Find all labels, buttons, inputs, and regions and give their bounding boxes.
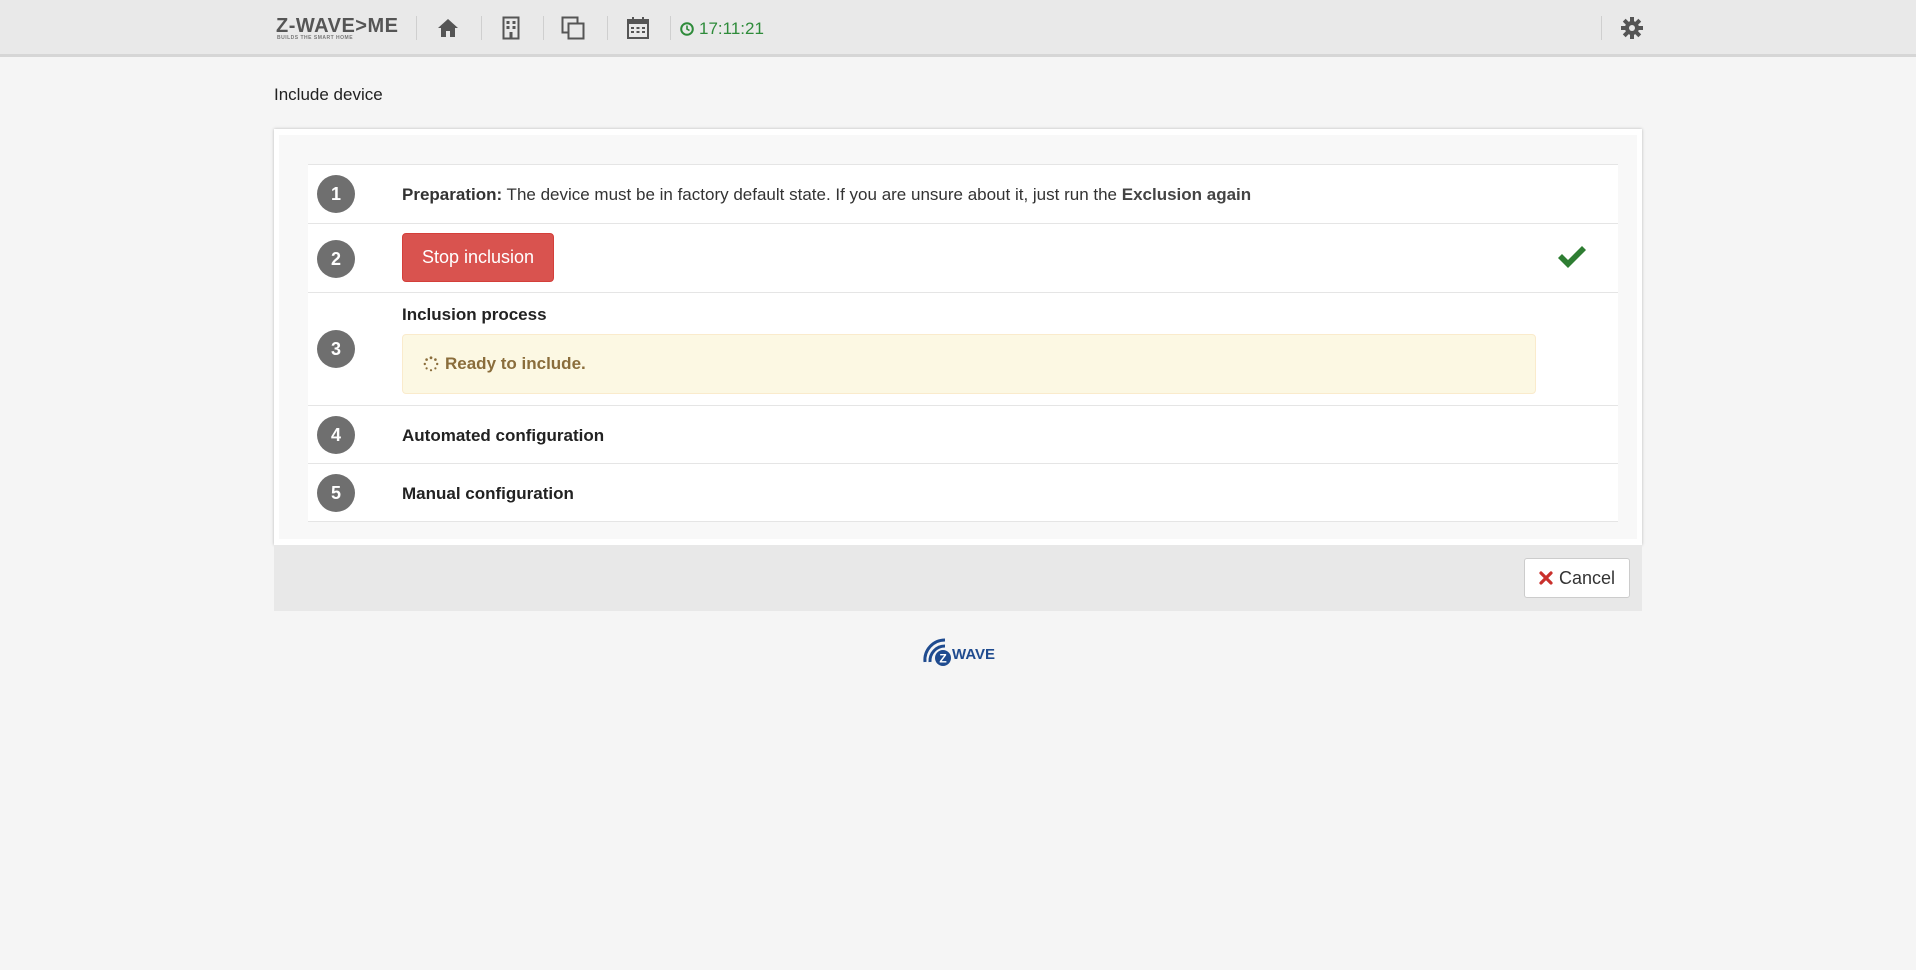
step-preparation-label: Preparation: bbox=[402, 185, 503, 204]
nav-divider bbox=[416, 16, 417, 40]
nav-divider bbox=[543, 16, 544, 40]
step-number-badge: 4 bbox=[317, 416, 355, 454]
clock-display: 17:11:21 bbox=[680, 19, 764, 39]
top-navbar: Z-WAVE>ME BUILDS THE SMART HOME 17:11:21 bbox=[0, 0, 1916, 57]
brand-logo[interactable]: Z-WAVE>ME BUILDS THE SMART HOME bbox=[276, 15, 399, 41]
step-inclusion-control: 2 Stop inclusion bbox=[308, 223, 1618, 292]
nav-divider bbox=[607, 16, 608, 40]
check-icon bbox=[1556, 244, 1588, 275]
step-number-badge: 2 bbox=[317, 240, 355, 278]
step-manual-configuration-title: Manual configuration bbox=[402, 484, 574, 503]
zwave-signal-icon: Z bbox=[923, 638, 951, 666]
building-icon[interactable] bbox=[497, 14, 525, 42]
step-inclusion-process: 3 Inclusion process Ready to include. bbox=[308, 292, 1618, 405]
clock-icon bbox=[680, 22, 694, 36]
step-automated-configuration-title: Automated configuration bbox=[402, 426, 605, 445]
step-number-badge: 1 bbox=[317, 175, 355, 213]
copy-icon[interactable] bbox=[559, 14, 587, 42]
panel-footer: Cancel bbox=[274, 545, 1642, 611]
step-number-badge: 3 bbox=[317, 330, 355, 368]
inclusion-status-text: Ready to include. bbox=[445, 354, 586, 373]
step-list: 1 Preparation: The device must be in fac… bbox=[308, 164, 1618, 522]
include-device-panel: 1 Preparation: The device must be in fac… bbox=[274, 129, 1642, 545]
home-icon[interactable] bbox=[434, 14, 462, 42]
cancel-button-label: Cancel bbox=[1558, 567, 1615, 588]
nav-divider bbox=[1601, 16, 1602, 40]
gear-icon[interactable] bbox=[1618, 14, 1646, 42]
step-manual-configuration: 5 Manual configuration bbox=[308, 463, 1618, 522]
step-number-badge: 5 bbox=[317, 474, 355, 512]
step-preparation-text: Preparation: The device must be in facto… bbox=[402, 185, 1251, 205]
step-preparation: 1 Preparation: The device must be in fac… bbox=[308, 164, 1618, 223]
spinner-icon bbox=[423, 356, 439, 372]
cancel-button[interactable]: Cancel bbox=[1523, 558, 1630, 598]
brand-name: Z-WAVE>ME bbox=[276, 15, 399, 37]
panel-body: 1 Preparation: The device must be in fac… bbox=[279, 135, 1637, 539]
inclusion-status-alert: Ready to include. bbox=[402, 334, 1536, 394]
calendar-icon[interactable] bbox=[624, 14, 652, 42]
step-automated-configuration: 4 Automated configuration bbox=[308, 405, 1618, 463]
exclusion-again-link[interactable]: Exclusion again bbox=[1122, 185, 1251, 204]
step-preparation-description: The device must be in factory default st… bbox=[502, 185, 1122, 204]
zwave-logo-badge: Z bbox=[939, 652, 946, 666]
step-inclusion-process-title: Inclusion process bbox=[402, 305, 547, 324]
clock-time: 17:11:21 bbox=[699, 19, 764, 38]
nav-divider bbox=[481, 16, 482, 40]
zwave-logo-text: WAVE bbox=[952, 646, 996, 663]
stop-inclusion-button[interactable]: Stop inclusion bbox=[402, 233, 554, 282]
zwave-logo: Z WAVE bbox=[921, 634, 995, 666]
close-icon bbox=[1539, 571, 1553, 585]
page-title: Include device bbox=[274, 85, 383, 104]
nav-divider bbox=[670, 16, 671, 40]
